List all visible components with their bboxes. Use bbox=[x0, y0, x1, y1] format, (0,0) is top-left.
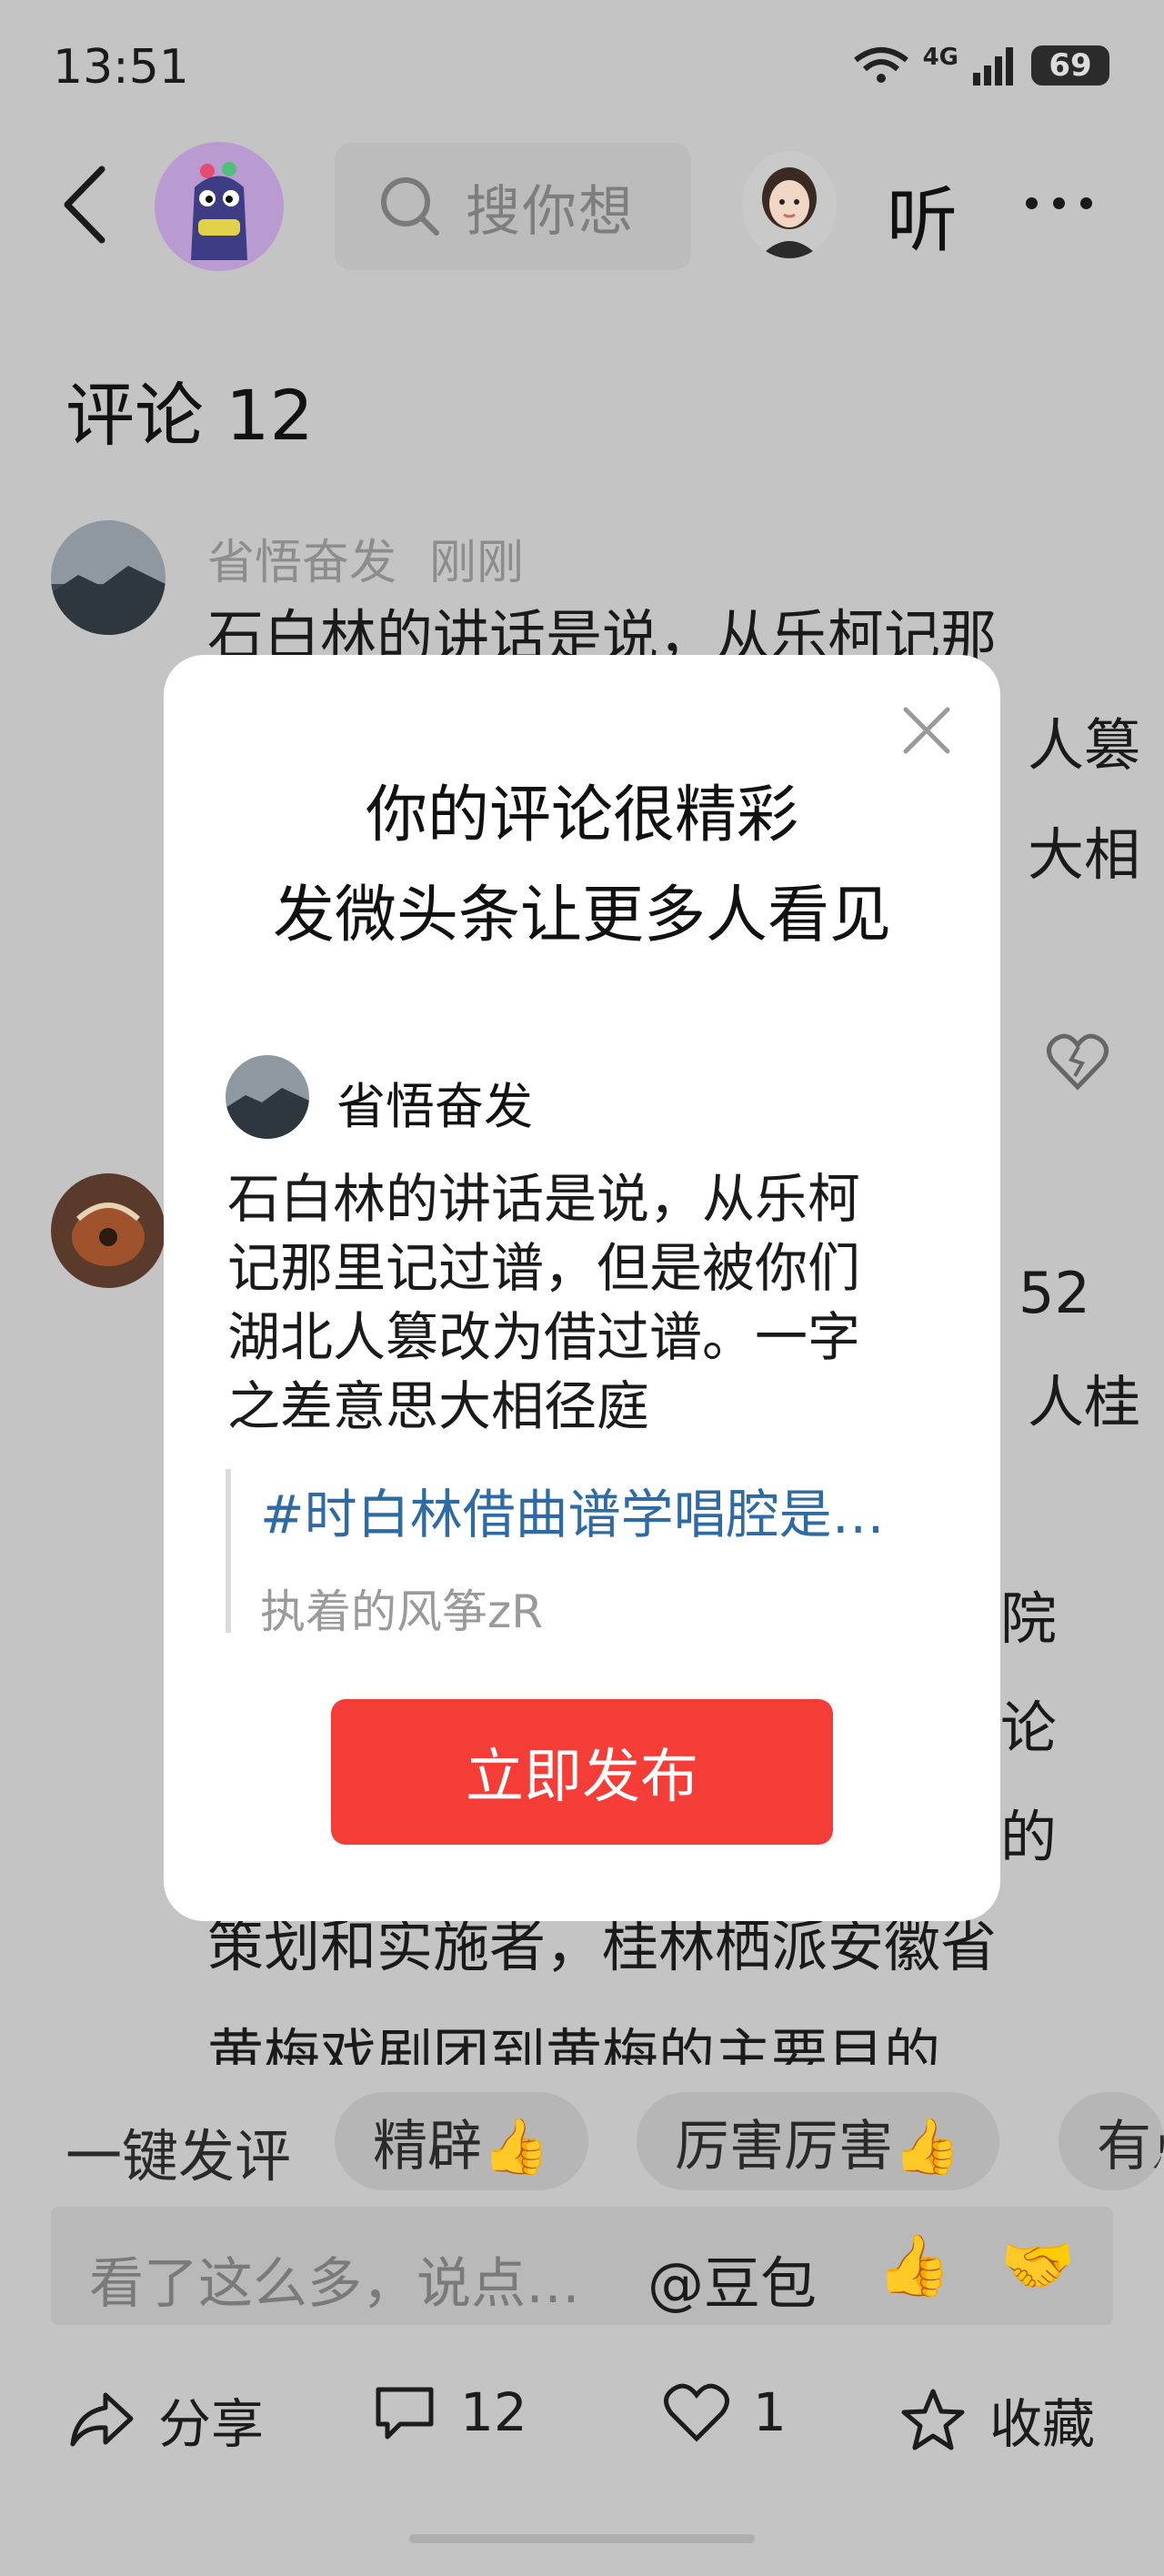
network-label: 4G bbox=[922, 44, 958, 71]
handshake-emoji-button[interactable]: 🤝 bbox=[1000, 2230, 1075, 2301]
quick-reply-chip[interactable]: 厉害厉害👍 bbox=[637, 2092, 999, 2190]
mascot-icon bbox=[155, 142, 284, 271]
share-label: 分享 bbox=[158, 2393, 265, 2455]
favorite-label: 收藏 bbox=[989, 2393, 1096, 2455]
mountain-avatar-icon bbox=[51, 520, 166, 635]
ai-assistant-avatar[interactable] bbox=[742, 151, 837, 258]
like-button[interactable]: 1 bbox=[664, 2381, 787, 2443]
more-options-icon[interactable] bbox=[1026, 196, 1108, 213]
comment-text-line: 人篡 bbox=[1028, 712, 1141, 779]
comment-text-fragment: 院 bbox=[1000, 1585, 1058, 1652]
favorite-button[interactable]: 收藏 bbox=[900, 2381, 1095, 2458]
share-icon bbox=[70, 2392, 134, 2447]
comment-text-line: 大相 bbox=[1028, 821, 1141, 888]
quick-reply-chip[interactable]: 有点 bbox=[1059, 2092, 1164, 2190]
commenter-avatar[interactable] bbox=[51, 1173, 166, 1288]
share-button[interactable]: 分享 bbox=[69, 2381, 264, 2458]
topic-link[interactable]: #时白林借曲谱学唱腔是… bbox=[260, 1472, 885, 1548]
comment-text-fragment: 人桂 bbox=[1028, 1369, 1141, 1435]
publish-now-button[interactable]: 立即发布 bbox=[331, 1699, 833, 1845]
comment-text-fragment: 论 bbox=[1000, 1695, 1058, 1761]
listen-button[interactable]: 听 bbox=[887, 164, 958, 266]
comments-count-button[interactable]: 12 bbox=[373, 2381, 527, 2443]
popup-title-line2: 发微头条让更多人看见 bbox=[272, 880, 891, 951]
search-icon bbox=[381, 177, 439, 236]
back-arrow-icon[interactable] bbox=[55, 164, 118, 246]
quick-reply-chip[interactable]: 精辟👍 bbox=[335, 2092, 588, 2190]
star-icon bbox=[901, 2389, 965, 2450]
comment-icon bbox=[376, 2387, 434, 2440]
girl-avatar-icon bbox=[742, 151, 837, 258]
violin-avatar-icon bbox=[51, 1173, 166, 1288]
dislike-heart-icon[interactable] bbox=[1046, 1032, 1109, 1091]
heart-icon bbox=[664, 2383, 729, 2442]
comment-text-fragment: 的 bbox=[1000, 1804, 1058, 1870]
popup-title-line1: 你的评论很精彩 bbox=[365, 780, 798, 851]
quote-divider bbox=[226, 1469, 231, 1633]
wifi-icon bbox=[853, 47, 908, 83]
topic-author: 执着的风筝zR bbox=[260, 1585, 543, 1638]
comment-input-placeholder: 看了这么多，说点… bbox=[89, 2252, 580, 2316]
likes-count: 1 bbox=[753, 2381, 787, 2443]
comment-text-line: 黄梅戏剧团到黄梅的主要目的 bbox=[207, 2022, 941, 2065]
author-avatar[interactable] bbox=[155, 142, 284, 271]
mention-doubao-button[interactable]: @豆包 bbox=[647, 2238, 817, 2319]
comment-text-fragment: 52 bbox=[1018, 1260, 1090, 1326]
home-indicator[interactable] bbox=[409, 2534, 755, 2543]
search-placeholder: 搜你想 bbox=[466, 179, 635, 244]
status-bar: 13:51 4G 69 bbox=[0, 0, 1164, 136]
search-box[interactable]: 搜你想 bbox=[335, 143, 691, 270]
mountain-avatar-icon bbox=[226, 1055, 309, 1139]
popup-comment-text: 石白林的讲话是说，从乐柯 记那里记过谱，但是被你们 湖北人篡改为借过谱。一字 之… bbox=[227, 1168, 861, 1437]
thumbs-up-emoji-button[interactable]: 👍 bbox=[877, 2230, 951, 2301]
status-time: 13:51 bbox=[53, 40, 189, 95]
commenter-avatar[interactable] bbox=[51, 520, 166, 635]
battery-indicator: 69 bbox=[1031, 45, 1109, 86]
signal-icon bbox=[973, 47, 1013, 86]
comments-title: 评论 12 bbox=[65, 375, 314, 456]
status-icons: 4G 69 bbox=[852, 44, 1109, 87]
popup-author-avatar bbox=[226, 1055, 309, 1139]
comments-count: 12 bbox=[460, 2381, 527, 2443]
close-icon[interactable] bbox=[897, 700, 957, 760]
quick-reply-label: 一键发评 bbox=[65, 2123, 292, 2189]
popup-author-name: 省悟奋发 bbox=[336, 1078, 533, 1135]
